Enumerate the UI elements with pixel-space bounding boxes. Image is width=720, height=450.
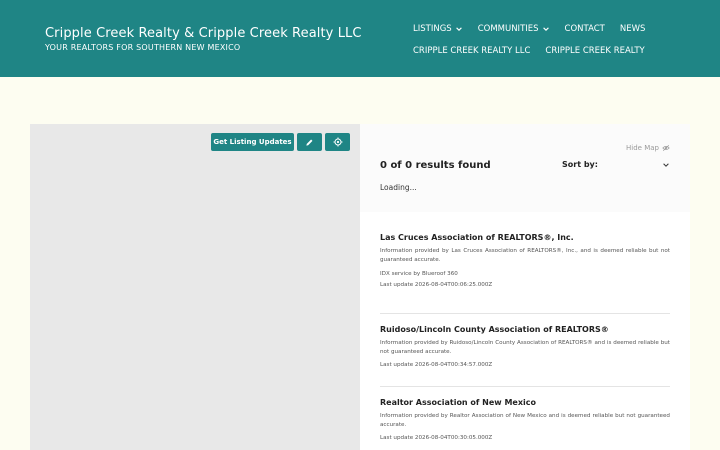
locate-button[interactable] <box>325 133 350 151</box>
nav-row-primary: LISTINGS COMMUNITIES CONTACT NEWS <box>413 22 713 36</box>
pencil-icon <box>306 139 313 146</box>
nav-item-cripple-creek-realty-llc[interactable]: CRIPPLE CREEK REALTY LLC <box>413 46 530 56</box>
disclaimer-text: Information provided by Ruidoso/Lincoln … <box>380 340 670 355</box>
main-nav: LISTINGS COMMUNITIES CONTACT NEWS CRIPPL… <box>413 22 713 58</box>
nav-item-label: NEWS <box>619 24 646 34</box>
loading-text: Loading... <box>380 183 417 192</box>
map-panel[interactable]: Get Listing Updates <box>30 124 360 450</box>
disclaimer-item: Las Cruces Association of REALTORS®, Inc… <box>380 212 670 314</box>
nav-item-communities[interactable]: COMMUNITIES <box>478 24 550 34</box>
last-update: Last update 2026-08-04T00:06:25.000Z <box>380 282 493 288</box>
idx-provider: IDX service by Blueroof 360 <box>380 271 458 277</box>
disclaimer-title: Ruidoso/Lincoln County Association of RE… <box>380 325 609 334</box>
disclaimer-text: Information provided by Las Cruces Assoc… <box>380 248 670 263</box>
disclaimer-text: Information provided by Realtor Associat… <box>380 413 670 428</box>
nav-item-listings[interactable]: LISTINGS <box>413 24 463 34</box>
last-update: Last update 2026-08-04T00:30:05.000Z <box>380 435 493 441</box>
chevron-down-icon <box>663 162 669 167</box>
edit-search-button[interactable] <box>297 133 322 151</box>
hide-map-toggle[interactable]: Hide Map <box>626 144 670 152</box>
hide-map-label: Hide Map <box>626 144 659 152</box>
last-update: Last update 2026-08-04T00:34:57.000Z <box>380 362 493 368</box>
results-count: 0 of 0 results found <box>380 160 491 171</box>
nav-item-label: CONTACT <box>564 24 605 34</box>
get-listing-updates-button[interactable]: Get Listing Updates <box>211 133 294 151</box>
nav-item-cripple-creek-realty[interactable]: CRIPPLE CREEK REALTY <box>545 46 644 56</box>
nav-row-secondary: CRIPPLE CREEK REALTY LLC CRIPPLE CREEK R… <box>413 44 713 58</box>
nav-item-contact[interactable]: CONTACT <box>565 24 605 34</box>
site-header: Cripple Creek Realty & Cripple Creek Rea… <box>0 0 720 77</box>
results-panel: Hide Map 0 of 0 results found Sort by: L… <box>360 124 690 212</box>
site-tagline: YOUR REALTORS FOR SOUTHERN NEW MEXICO <box>45 43 241 52</box>
sort-dropdown[interactable]: Sort by: <box>562 160 670 169</box>
chevron-down-icon <box>455 27 462 31</box>
crosshair-icon <box>333 137 342 147</box>
disclaimer-item: Realtor Association of New Mexico Inform… <box>380 387 670 441</box>
sort-label: Sort by: <box>562 160 598 169</box>
eye-slash-icon <box>662 144 670 152</box>
disclaimer-title: Realtor Association of New Mexico <box>380 398 536 407</box>
disclaimer-title: Las Cruces Association of REALTORS®, Inc… <box>380 233 574 242</box>
chevron-down-icon <box>542 27 549 31</box>
nav-item-label: COMMUNITIES <box>477 24 539 34</box>
nav-item-news[interactable]: NEWS <box>620 24 646 34</box>
site-title[interactable]: Cripple Creek Realty & Cripple Creek Rea… <box>45 26 362 41</box>
nav-item-label: LISTINGS <box>413 24 452 34</box>
mls-disclaimers: Las Cruces Association of REALTORS®, Inc… <box>360 212 690 450</box>
map-toolbar: Get Listing Updates <box>211 133 350 151</box>
disclaimer-item: Ruidoso/Lincoln County Association of RE… <box>380 314 670 387</box>
